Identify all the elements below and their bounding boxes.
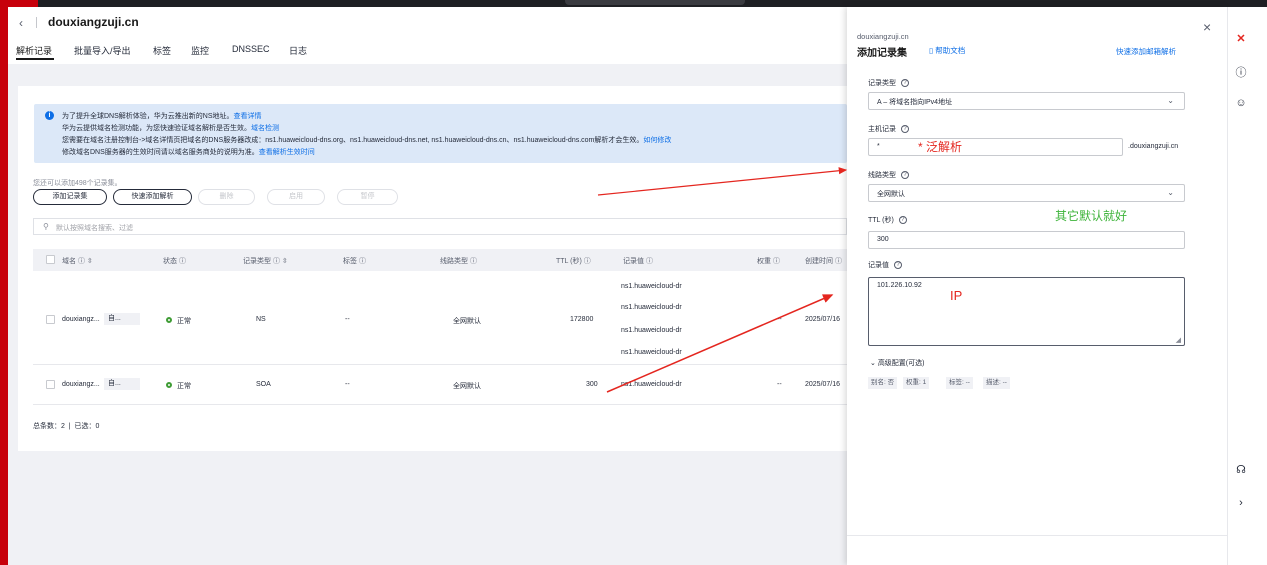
feedback-smile-icon[interactable]: ☺ [1234, 96, 1248, 110]
help-circle-icon[interactable]: ⓘ [1234, 66, 1248, 80]
assistant-icon[interactable]: ✕ [1234, 32, 1248, 46]
expand-chevron-icon[interactable]: › [1234, 496, 1248, 510]
right-utility-bar [1227, 7, 1267, 565]
headset-icon[interactable]: ☊ [1234, 463, 1248, 477]
annotation-arrows [597, 167, 848, 393]
arrow-to-host [597, 167, 848, 196]
arrow-to-value [606, 294, 834, 393]
